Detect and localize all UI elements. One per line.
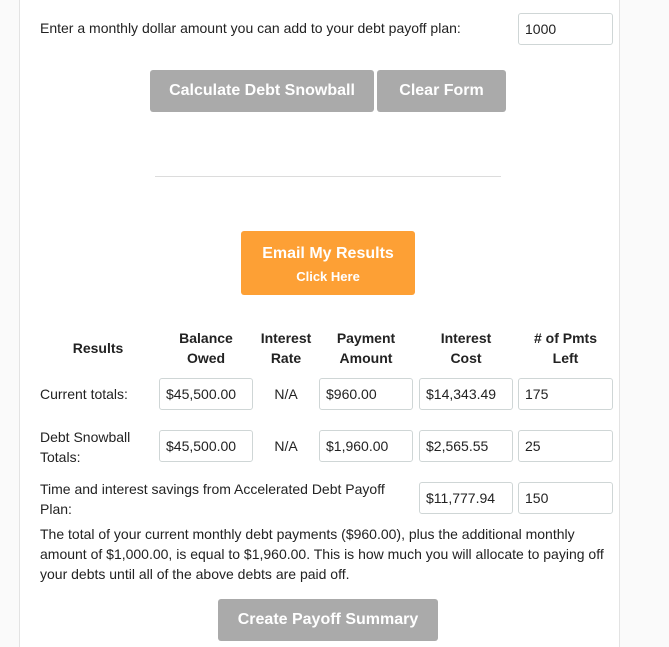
header-cost-line1: Interest — [440, 330, 492, 346]
header-results: Results — [72, 340, 124, 356]
header-balance-line1: Balance — [179, 330, 233, 346]
click-here-label: Click Here — [296, 268, 360, 284]
savings-label: Time and interest savings from Accelerat… — [40, 479, 410, 519]
extra-payment-label: Enter a monthly dollar amount you can ad… — [40, 20, 461, 36]
savings-pmts-left-field[interactable]: 150 — [518, 482, 613, 514]
header-balance-owed: Balance Owed — [160, 328, 252, 368]
email-results-label: Email My Results — [262, 244, 394, 262]
header-payment-line2: Amount — [339, 350, 393, 366]
snowball-payment-field[interactable]: $1,960.00 — [319, 430, 413, 462]
savings-interest-cost-field[interactable]: $11,777.94 — [419, 482, 513, 514]
header-pmts-line2: Left — [552, 350, 579, 366]
calculate-debt-snowball-button[interactable]: Calculate Debt Snowball — [150, 70, 374, 112]
header-payment-amount: Payment Amount — [320, 328, 412, 368]
savings-label-line1: Time and interest savings from Accelerat… — [40, 481, 385, 497]
savings-label-line2: Plan: — [40, 501, 72, 517]
current-totals-label: Current totals: — [40, 386, 128, 402]
snowball-totals-label: Debt Snowball Totals: — [40, 427, 130, 467]
section-divider — [155, 176, 501, 177]
header-rate-line2: Rate — [270, 350, 302, 366]
header-payment-line1: Payment — [336, 330, 396, 346]
snowball-balance-field[interactable]: $45,500.00 — [159, 430, 253, 462]
header-balance-line2: Owed — [186, 350, 226, 366]
clear-form-button[interactable]: Clear Form — [377, 70, 506, 112]
snowball-label-line2: Totals: — [40, 449, 81, 465]
header-pmts-left: # of Pmts Left — [518, 328, 613, 368]
current-rate-value: N/A — [274, 386, 298, 402]
current-interest-cost-field[interactable]: $14,343.49 — [419, 378, 513, 410]
current-pmts-left-field[interactable]: 175 — [518, 378, 613, 410]
snowball-pmts-left-field[interactable]: 25 — [518, 430, 613, 462]
current-balance-field[interactable]: $45,500.00 — [159, 378, 253, 410]
header-interest-cost: Interest Cost — [420, 328, 512, 368]
create-payoff-summary-button[interactable]: Create Payoff Summary — [218, 599, 438, 641]
header-rate-line1: Interest — [260, 330, 312, 346]
extra-payment-input[interactable] — [518, 13, 613, 45]
snowball-rate-value: N/A — [274, 438, 298, 454]
snowball-interest-cost-field[interactable]: $2,565.55 — [419, 430, 513, 462]
header-interest-rate: Interest Rate — [256, 328, 316, 368]
current-payment-field[interactable]: $960.00 — [319, 378, 413, 410]
summary-paragraph: The total of your current monthly debt p… — [40, 526, 604, 582]
header-cost-line2: Cost — [450, 350, 482, 366]
header-pmts-line1: # of Pmts — [533, 330, 597, 346]
snowball-label-line1: Debt Snowball — [40, 429, 131, 445]
email-results-button[interactable]: Email My Results Click Here — [241, 231, 415, 295]
